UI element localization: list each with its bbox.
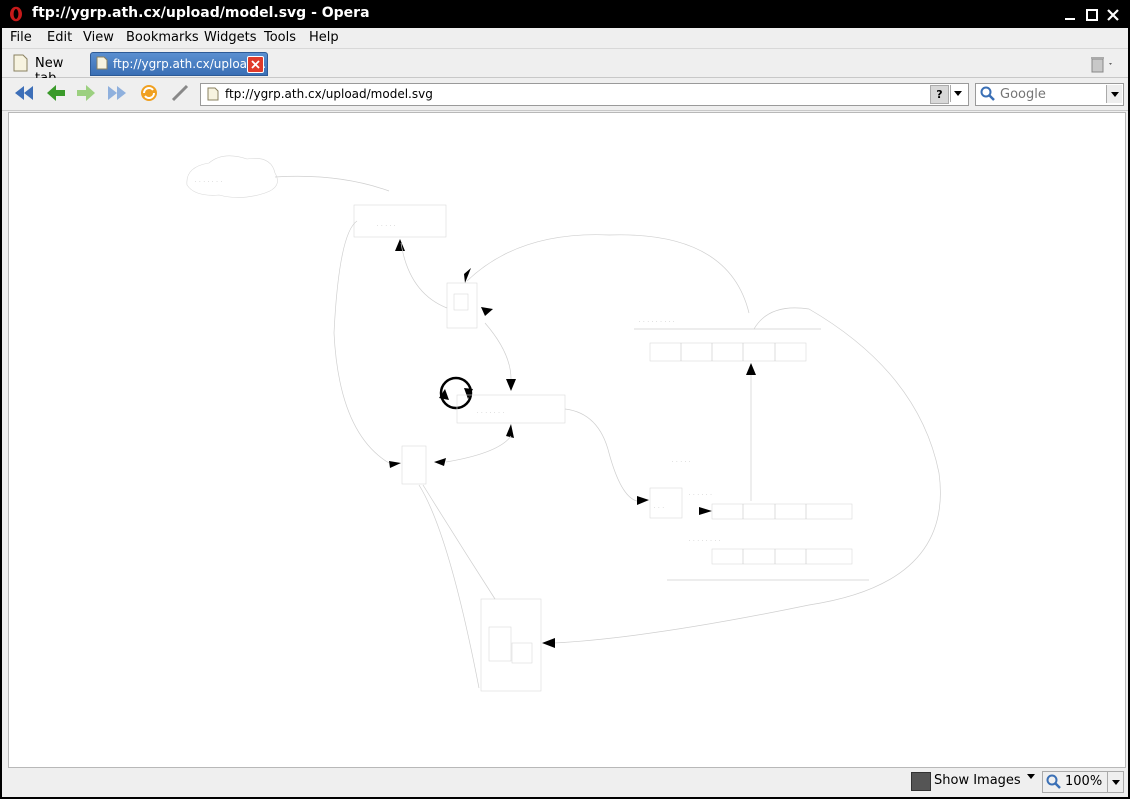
reload-icon[interactable] xyxy=(137,82,161,104)
tab-bar: New tab ftp://ygrp.ath.cx/upload... xyxy=(2,49,1128,86)
navigation-toolbar: ? xyxy=(2,78,1128,111)
chevron-down-icon xyxy=(1027,774,1035,779)
show-images-button[interactable]: Show Images xyxy=(909,771,1037,791)
browser-frame: File Edit View Bookmarks Widgets Tools H… xyxy=(2,28,1128,797)
menu-view[interactable]: View xyxy=(83,30,114,45)
svg-model-diagram: ....... ..... ......... ....... ..... ..… xyxy=(186,155,941,692)
back-arrow-icon[interactable] xyxy=(44,82,68,104)
diagram-component-left xyxy=(401,445,427,485)
minimize-icon xyxy=(1064,17,1075,20)
cloud-shape xyxy=(186,155,278,198)
search-icon xyxy=(980,86,995,101)
svg-text:.....: ..... xyxy=(672,458,693,463)
document-icon xyxy=(96,56,108,70)
menu-edit[interactable]: Edit xyxy=(47,30,72,45)
table-lower xyxy=(711,548,853,565)
rewind-icon[interactable] xyxy=(12,82,36,104)
diagram-box-center xyxy=(456,394,566,424)
show-images-label: Show Images xyxy=(934,773,1021,788)
minimize-button[interactable] xyxy=(1061,6,1078,23)
window-title: ftp://ygrp.ath.cx/upload/model.svg - Ope… xyxy=(32,5,370,21)
diagram-box-small xyxy=(649,487,683,519)
tab-close-button[interactable] xyxy=(247,56,264,73)
menu-bookmarks[interactable]: Bookmarks xyxy=(126,30,199,45)
menu-file[interactable]: File xyxy=(10,30,32,45)
svg-text:.....: ..... xyxy=(377,222,398,227)
zoom-control[interactable]: 100% xyxy=(1042,771,1124,793)
close-icon xyxy=(251,60,260,69)
table-upper xyxy=(649,342,807,362)
menu-widgets[interactable]: Widgets xyxy=(204,30,257,45)
close-window-button[interactable] xyxy=(1104,6,1121,23)
tab-title: ftp://ygrp.ath.cx/upload... xyxy=(113,57,267,71)
address-input[interactable] xyxy=(225,85,905,103)
diagram-box-top xyxy=(353,204,447,238)
pencil-icon[interactable] xyxy=(169,82,193,104)
tab-active[interactable]: ftp://ygrp.ath.cx/upload... xyxy=(90,52,268,76)
svg-text:.......: ....... xyxy=(195,178,225,183)
status-bar: Show Images 100% xyxy=(2,768,1128,795)
diagram-arrow xyxy=(395,239,405,251)
address-dropdown-button[interactable] xyxy=(950,85,965,102)
menu-help[interactable]: Help xyxy=(309,30,339,45)
svg-text:.......: ....... xyxy=(477,409,507,414)
document-icon xyxy=(13,54,28,72)
diagram-component xyxy=(446,282,478,329)
trash-icon[interactable] xyxy=(1089,55,1115,73)
page-content[interactable]: ....... ..... ......... ....... ..... ..… xyxy=(8,112,1126,768)
svg-text:........: ........ xyxy=(689,537,723,542)
zoom-icon xyxy=(1046,774,1061,789)
document-icon xyxy=(207,87,219,101)
search-box xyxy=(975,83,1124,106)
svg-text:.........: ......... xyxy=(639,318,677,323)
window-titlebar: ftp://ygrp.ath.cx/upload/model.svg - Ope… xyxy=(0,0,1130,28)
table-middle xyxy=(711,503,853,520)
address-bar: ? xyxy=(200,83,969,106)
search-input[interactable] xyxy=(1000,85,1100,103)
chevron-down-icon xyxy=(1110,91,1119,97)
help-button[interactable]: ? xyxy=(930,85,949,104)
menu-tools[interactable]: Tools xyxy=(264,30,296,45)
opera-logo-icon xyxy=(10,6,22,22)
image-icon xyxy=(911,772,931,791)
svg-text:......: ...... xyxy=(689,491,715,496)
zoom-dropdown-button[interactable] xyxy=(1107,772,1123,792)
fast-forward-icon[interactable] xyxy=(105,82,129,104)
svg-text:...: ... xyxy=(654,504,667,509)
search-engine-dropdown[interactable] xyxy=(1106,85,1122,103)
new-tab-button[interactable]: New tab xyxy=(8,52,86,86)
forward-arrow-icon[interactable] xyxy=(74,82,98,104)
zoom-level: 100% xyxy=(1065,774,1103,789)
chevron-down-icon xyxy=(954,91,962,96)
maximize-icon xyxy=(1085,8,1098,21)
menubar: File Edit View Bookmarks Widgets Tools H… xyxy=(2,28,1128,49)
maximize-button[interactable] xyxy=(1083,6,1100,23)
chevron-down-icon xyxy=(1111,779,1120,785)
close-icon xyxy=(1106,8,1119,21)
